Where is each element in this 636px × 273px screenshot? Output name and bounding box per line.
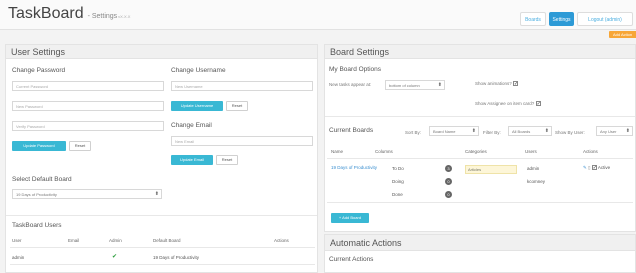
update-email-button[interactable]: Update Email [171,155,213,165]
board-user: kcomney [527,179,546,184]
change-username-label: Change Username [171,67,226,74]
update-password-button[interactable]: Update Password [12,141,66,151]
admin-check-icon: ✔ [112,254,118,260]
reset-password-button[interactable]: Reset [69,141,91,151]
filter-by-label: Filter By: [483,130,501,135]
reset-username-button[interactable]: Reset [226,101,248,111]
user-settings-title: User Settings [6,45,317,59]
col-categories: Categories [465,149,487,154]
col-user: User [12,238,22,243]
reset-email-button[interactable]: Reset [216,155,238,165]
col-users: Users [525,149,537,154]
automatic-actions-title: Automatic Actions [325,235,635,251]
chevron-down-icon: ⬍ [471,128,476,134]
filter-by-select[interactable]: All Boards ⬍ [508,126,552,136]
board-options-label: My Board Options [329,66,382,73]
default-board-value: 19 Days of Productivity [16,192,57,197]
show-by-user-value: Any User [600,129,617,134]
divider [325,116,635,117]
board-settings-panel: Board Settings My Board Options New task… [324,44,636,232]
current-boards-label: Current Boards [329,127,374,134]
column-count-badge: 3 [445,165,452,172]
col-admin: Admin [109,238,122,243]
show-by-user-label: Show By User: [555,130,585,135]
default-board-select[interactable]: 19 Days of Productivity ⬍ [12,189,162,199]
nav-boards-button[interactable]: Boards [520,12,546,26]
board-column-done: Done [392,192,403,197]
default-board-label: Select Default Board [12,176,72,183]
col-actions: Actions [274,238,289,243]
board-name-link[interactable]: 19 Days of Productivity [331,165,377,170]
show-assignee-option[interactable]: Show Assignee on item card? ✓ [475,101,541,107]
new-tasks-select[interactable]: bottom of column ⬍ [385,80,445,90]
col-default-board: Default Board [153,238,181,243]
user-default-board: 19 Days of Productivity [153,255,200,260]
change-password-label: Change Password [12,67,66,74]
nav-logout-button[interactable]: Logout (admin) [577,12,633,26]
col-actions: Actions [583,149,598,154]
active-checkbox[interactable]: ✓ [591,165,597,171]
user-name: admin [12,255,25,260]
chevron-down-icon: ⬍ [625,128,630,134]
table-header-divider [10,247,315,248]
update-username-button[interactable]: Update Username [171,101,223,111]
new-username-input[interactable]: New Username [171,81,313,91]
sort-by-select[interactable]: Board Name ⬍ [429,126,479,136]
board-user: admin [527,166,540,171]
new-password-input[interactable]: New Password [12,101,164,111]
row-divider [10,264,315,265]
automatic-actions-panel: Automatic Actions Current Actions [324,234,636,273]
show-animations-checkbox[interactable]: ✓ [513,81,518,87]
col-columns: Columns [375,149,393,154]
users-title: TaskBoard Users [12,222,62,229]
current-password-input[interactable]: Current Password [12,81,164,91]
sort-by-label: Sort By: [405,130,422,135]
category-tag: Articles [465,165,517,174]
chevron-down-icon: ⬍ [544,128,549,134]
board-column-todo: To Do [392,166,404,171]
app-header: TaskBoard - SettingsvX.X.X Boards Setting… [0,0,636,30]
col-name: Name [331,149,344,154]
user-settings-panel: User Settings Change Password Current Pa… [5,44,318,273]
board-actions: ✎ ▯ ✓ Active [583,165,610,171]
brand-name: TaskBoard [8,5,84,22]
add-action-tab[interactable]: Add Action [609,31,636,38]
version: vX.X.X [118,14,131,19]
board-settings-title: Board Settings [325,45,635,59]
brand[interactable]: TaskBoard - SettingsvX.X.X [8,5,130,23]
show-by-user-select[interactable]: Any User ⬍ [596,126,633,136]
trash-icon[interactable]: ▯ [588,165,590,170]
new-tasks-value: bottom of column [389,83,420,88]
col-email: Email [68,238,80,243]
current-actions-label: Current Actions [329,256,374,263]
chevron-down-icon: ⬍ [154,191,159,197]
filter-by-value: All Boards [512,129,531,134]
show-assignee-label: Show Assignee on item card? [475,101,535,106]
chevron-down-icon: ⬍ [437,82,442,88]
divider [6,215,317,216]
show-animations-label: Show animations? [475,81,512,86]
brand-subtitle: - Settings [87,13,118,20]
table-header-divider [327,158,633,159]
change-email-label: Change Email [171,122,212,129]
add-board-button[interactable]: + Add Board [331,213,369,223]
show-animations-option[interactable]: Show animations? ✓ [475,81,518,87]
column-count-badge: 0 [445,191,452,198]
verify-password-input[interactable]: Verify Password [12,121,164,131]
sort-by-value: Board Name [433,129,456,134]
new-email-input[interactable]: New Email [171,136,313,146]
row-divider [327,202,633,203]
edit-icon[interactable]: ✎ [583,165,587,170]
column-count-badge: 0 [445,178,452,185]
show-assignee-checkbox[interactable]: ✓ [535,101,541,107]
active-label: Active [597,165,611,170]
board-column-doing: Doing [392,179,404,184]
nav-settings-button[interactable]: Settings [549,12,574,26]
new-tasks-label: New tasks appear at: [329,82,372,87]
